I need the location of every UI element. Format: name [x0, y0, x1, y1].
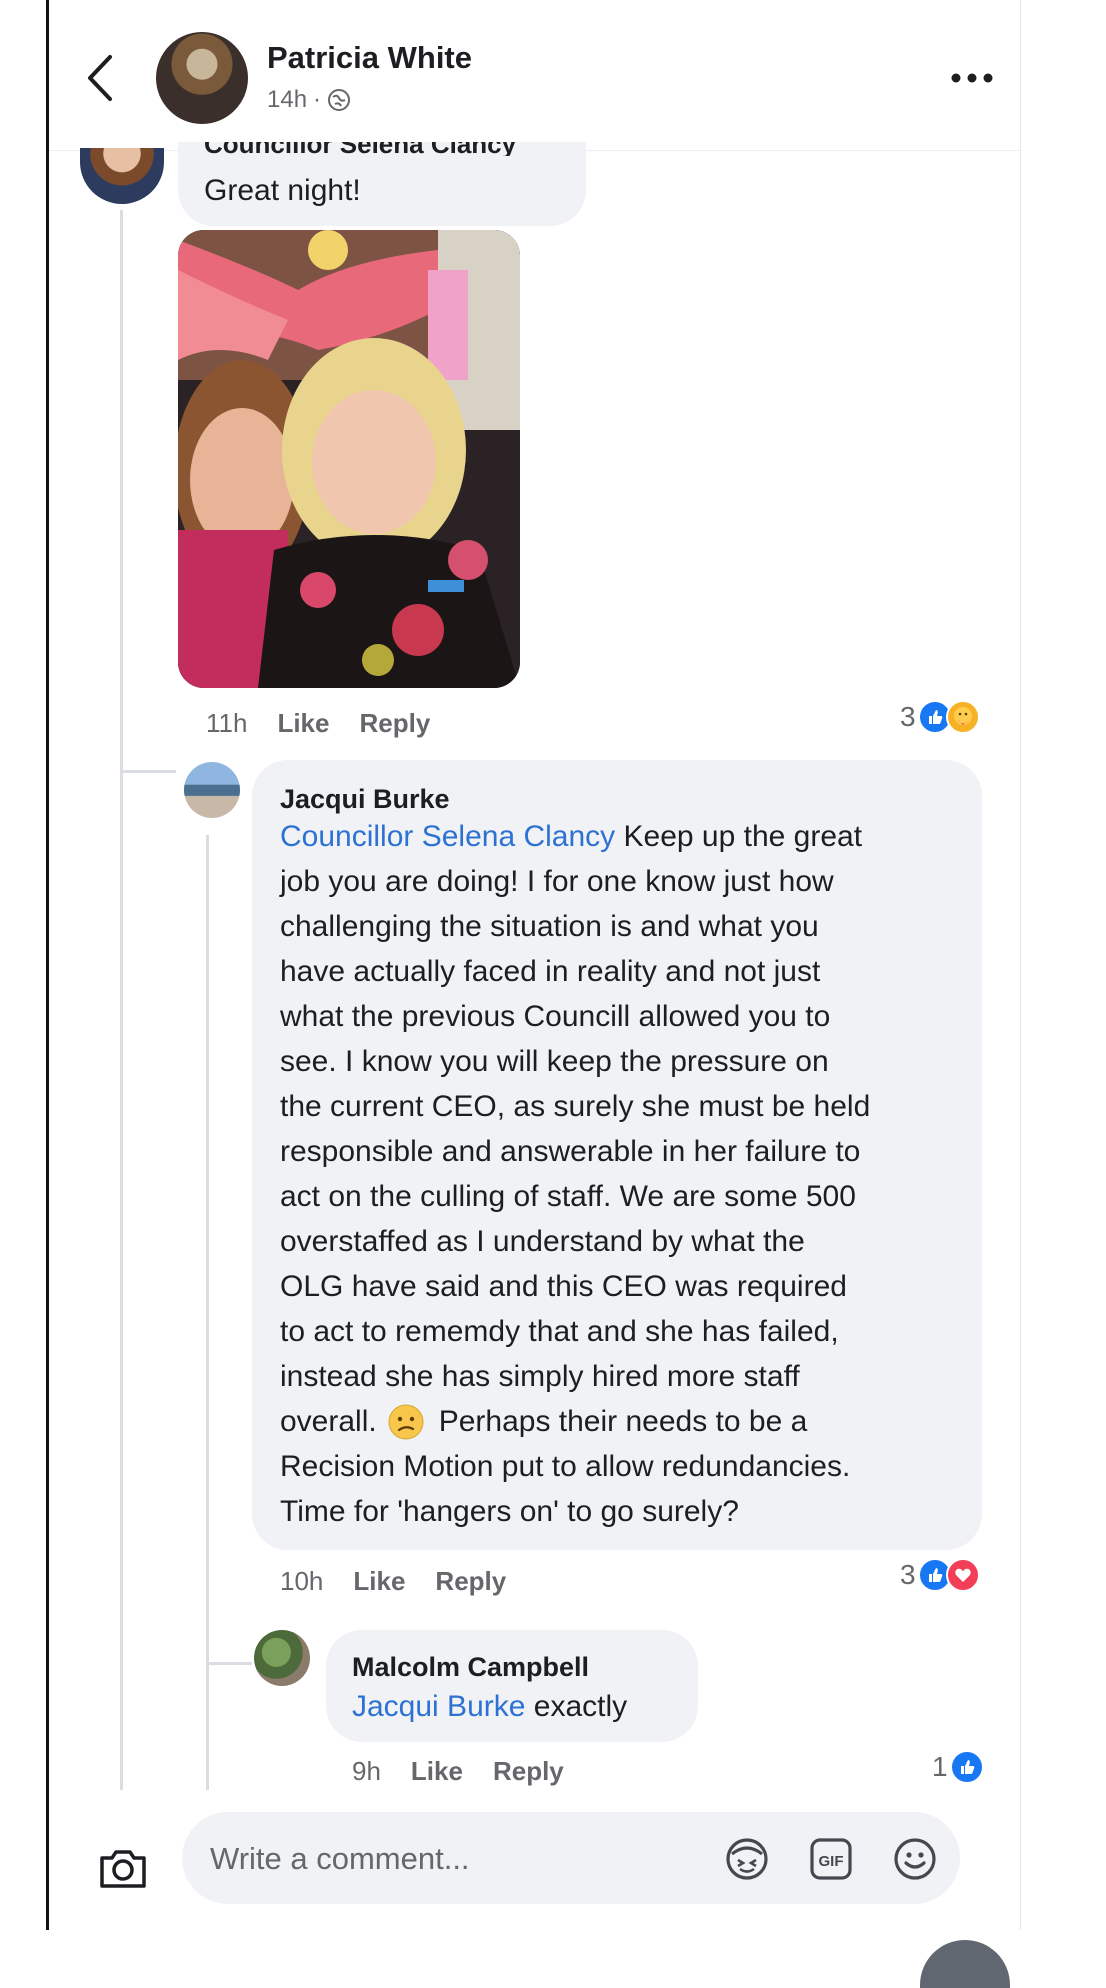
comment-line: Councillor Selena Clancy Keep up the gre… [280, 820, 863, 853]
like-icon [949, 1750, 984, 1784]
smiley-icon [894, 1838, 936, 1880]
commenter-avatar[interactable] [184, 762, 240, 818]
post-author-name[interactable]: Patricia White [267, 40, 472, 76]
comment-author-name[interactable]: Jacqui Burke [280, 784, 450, 815]
mention-link[interactable]: Jacqui Burke [352, 1690, 525, 1723]
back-button[interactable] [79, 48, 119, 108]
gif-button[interactable]: GIF [806, 1834, 856, 1884]
like-button[interactable]: Like [353, 1566, 405, 1597]
love-icon [945, 1558, 980, 1592]
like-button[interactable]: Like [277, 708, 329, 739]
comment-line: act on the culling of staff. We are some… [280, 1180, 856, 1213]
comment-photo[interactable] [178, 230, 520, 688]
comment-time[interactable]: 11h [206, 708, 247, 739]
thread-line-reply [206, 835, 209, 1790]
comment-line: to act to rememdy that and she has faile… [280, 1315, 839, 1348]
reply-button[interactable]: Reply [493, 1756, 564, 1787]
mention-link[interactable]: Councillor Selena Clancy [280, 820, 615, 853]
comment-actions: 10h Like Reply [280, 1566, 506, 1597]
comment-line: OLG have said and this CEO was required [280, 1270, 847, 1303]
reaction-count: 3 [900, 1559, 916, 1590]
like-button[interactable]: Like [411, 1756, 463, 1787]
comment-composer: GIF [182, 1812, 960, 1906]
thread-line-main [120, 210, 123, 1790]
comment-line: responsible and answerable in her failur… [280, 1135, 861, 1168]
comment-text: Jacqui Burke exactly [352, 1690, 628, 1723]
reactions-summary[interactable]: 1 [932, 1750, 984, 1784]
reactions-summary[interactable]: 3 [900, 1558, 980, 1592]
camera-button[interactable] [97, 1842, 149, 1894]
comment-time[interactable]: 9h [352, 1756, 381, 1787]
author-avatar[interactable] [156, 32, 248, 124]
frame-border-left [46, 0, 49, 1930]
comment-line: challenging the situation is and what yo… [280, 910, 819, 943]
svg-text:GIF: GIF [819, 1853, 844, 1870]
confused-emoji-icon [388, 1404, 424, 1439]
commenter-avatar[interactable] [254, 1630, 310, 1686]
more-options-button[interactable] [942, 58, 1002, 98]
comment-line: see. I know you will keep the pressure o… [280, 1045, 829, 1078]
more-dots-icon [951, 73, 993, 83]
reactions-summary[interactable]: 3 [900, 700, 980, 734]
comment-line: overstaffed as I understand by what the [280, 1225, 805, 1258]
comment-author-name[interactable]: Councillor Selena Clancy [204, 142, 516, 156]
reply-button[interactable]: Reply [359, 708, 430, 739]
camera-icon [100, 1850, 146, 1888]
comment-actions: 9h Like Reply [352, 1756, 564, 1787]
reaction-count: 1 [932, 1751, 948, 1782]
meta-separator: · [313, 86, 322, 113]
comment-line: job you are doing! I for one know just h… [280, 865, 834, 898]
comment-time[interactable]: 10h [280, 1566, 323, 1597]
comment-input[interactable] [208, 1812, 692, 1906]
comment-line: overall. Perhaps their needs to be a [280, 1399, 980, 1444]
comment-actions: 11h Like Reply [206, 708, 430, 739]
post-meta: 14h · [267, 86, 351, 114]
comment-line: what the previous Councill allowed you t… [280, 1000, 831, 1033]
thread-line-branch-2 [206, 1662, 252, 1665]
photo-image [178, 230, 520, 688]
comment-text: Councillor Selena Clancy Keep up the gre… [280, 814, 980, 1534]
comment-text: Great night! [204, 174, 361, 207]
care-icon [945, 700, 980, 734]
avatar-sticker-icon [726, 1838, 768, 1880]
emoji-button[interactable] [890, 1834, 940, 1884]
chevron-left-icon [88, 55, 112, 101]
post-header: Patricia White 14h · [49, 0, 1020, 151]
gif-icon: GIF [810, 1838, 852, 1880]
comment-line: Time for 'hangers on' to go surely? [280, 1495, 739, 1528]
reply-button[interactable]: Reply [435, 1566, 506, 1597]
comment-line: have actually faced in reality and not j… [280, 955, 821, 988]
globe-icon [328, 89, 351, 111]
floating-chat-head[interactable] [920, 1940, 1010, 1988]
comment-line: the current CEO, as surely she must be h… [280, 1090, 871, 1123]
comment-author-name[interactable]: Malcolm Campbell [352, 1652, 589, 1683]
avatar-sticker-button[interactable] [722, 1834, 772, 1884]
thread-line-branch-1 [120, 770, 176, 773]
comment-line: instead she has simply hired more staff [280, 1360, 800, 1393]
post-time[interactable]: 14h [267, 86, 307, 114]
frame-border-right [1020, 0, 1021, 1930]
commenter-avatar[interactable] [80, 148, 164, 204]
reaction-count: 3 [900, 701, 916, 732]
comment-line: Recision Motion put to allow redundancie… [280, 1450, 851, 1483]
